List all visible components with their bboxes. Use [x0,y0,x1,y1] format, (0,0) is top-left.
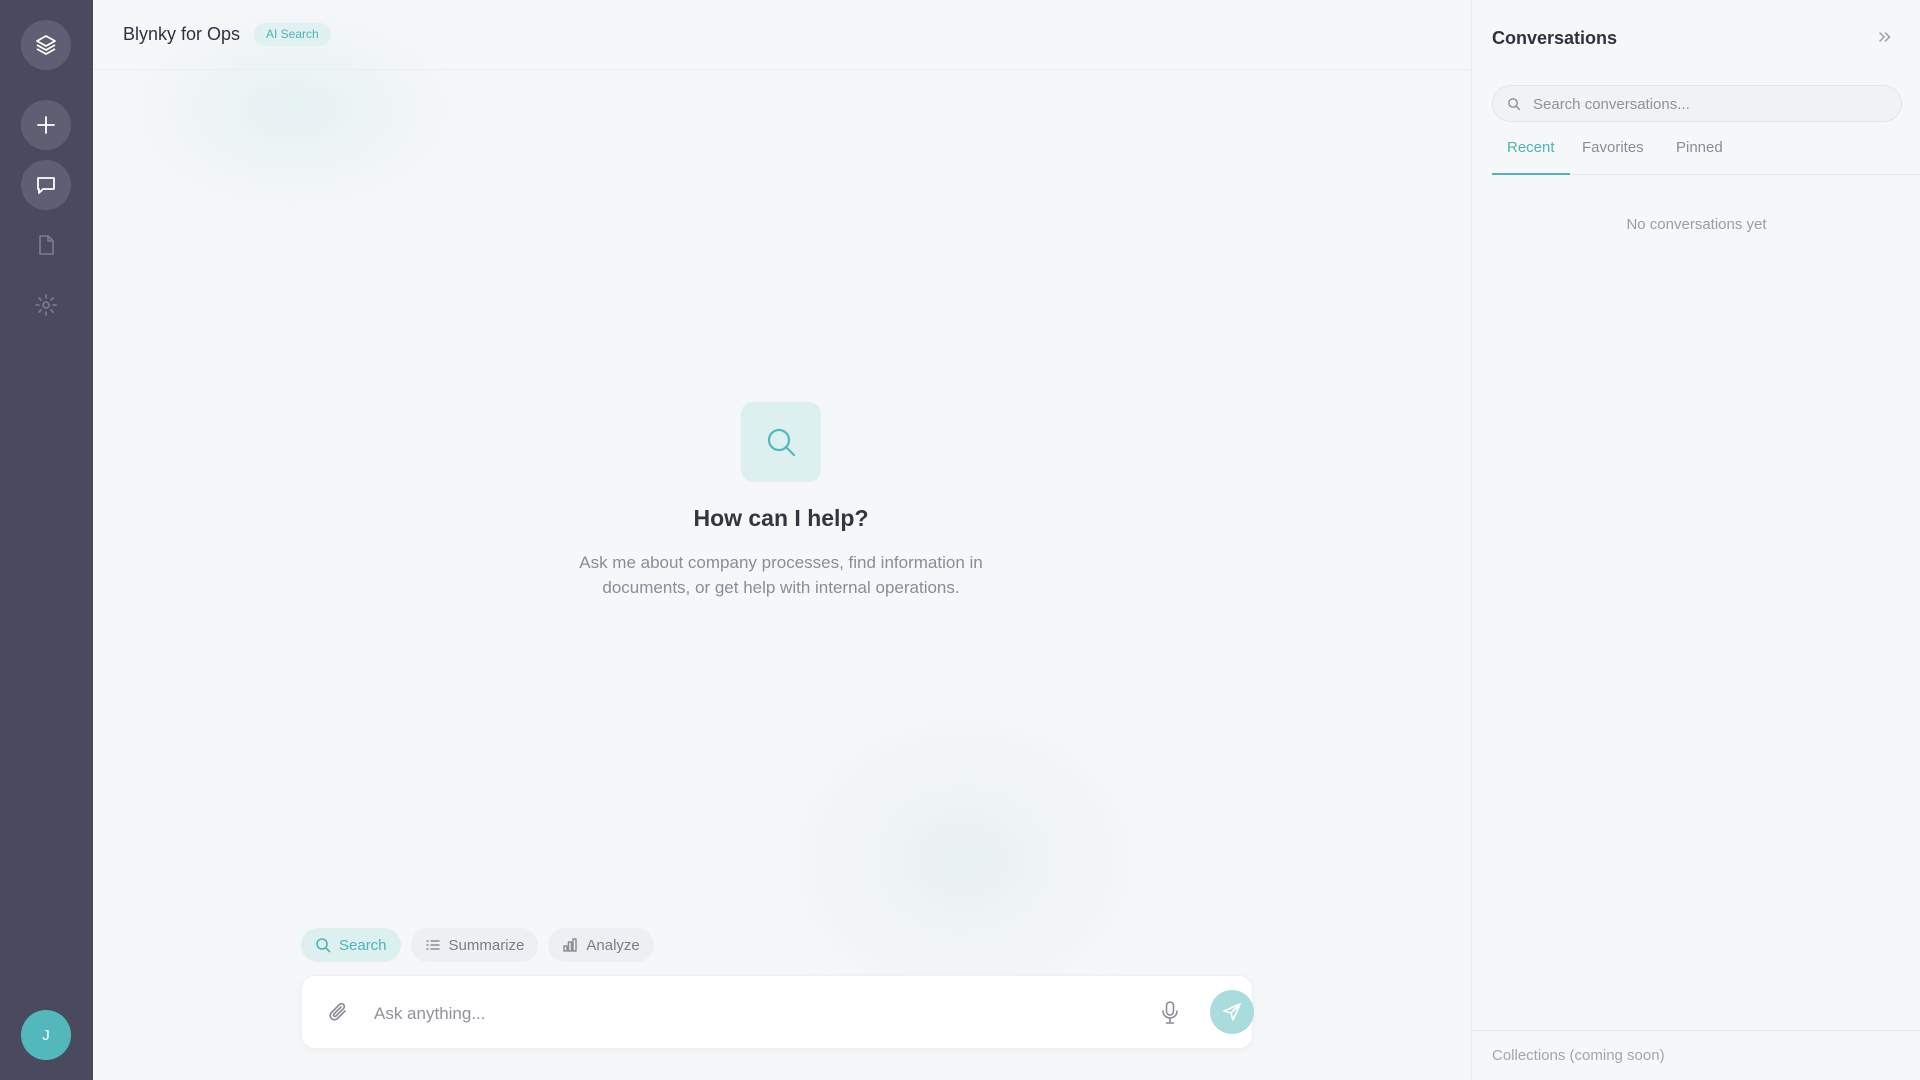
mode-selector: Search Summarize Analyze [301,928,654,962]
tab-recent[interactable]: Recent [1492,139,1570,175]
chat-nav-button[interactable] [21,160,71,210]
main-area: Blynky for Ops AI Search How can I help?… [93,0,1471,1080]
app-title: Blynky for Ops [123,24,241,44]
left-rail: J [0,0,93,1080]
collections-label: Collections (coming soon) [1492,1047,1665,1064]
list-icon [425,940,440,950]
tab-favorites[interactable]: Favorites [1582,139,1644,175]
chat-icon [37,177,55,194]
gear-icon [35,294,57,316]
panel-title: Conversations [1492,28,1618,48]
bar-chart-icon [563,938,578,952]
attach-button[interactable] [326,1000,352,1031]
user-avatar[interactable]: J [21,1010,71,1060]
search-icon [1508,98,1521,111]
mode-summarize-button[interactable]: Summarize [410,928,539,962]
conversations-panel: Conversations Recent Favorites Pinned No… [1471,0,1920,1080]
settings-nav-button[interactable] [21,280,71,330]
paperclip-icon [329,1002,346,1021]
documents-nav-button[interactable] [21,220,71,270]
avatar-initial: J [42,1026,50,1044]
hero-subtitle: Ask me about company processes, find inf… [579,553,983,597]
double-chevron-right-icon [1879,32,1891,42]
composer [301,975,1254,1049]
hero-title: How can I help? [693,505,869,531]
conversation-search [1492,85,1902,122]
document-icon [39,235,54,255]
mode-analyze-button[interactable]: Analyze [548,928,654,962]
empty-state-text: No conversations yet [1626,216,1767,233]
collapse-panel-button[interactable] [1876,28,1894,51]
tab-pinned[interactable]: Pinned [1676,139,1723,175]
ask-input[interactable] [374,998,1074,1030]
conversation-search-input[interactable] [1533,92,1893,116]
main-header: Blynky for Ops AI Search [93,0,1471,70]
search-icon [316,938,331,953]
layers-icon [36,35,56,55]
microphone-icon [1162,1001,1178,1024]
send-icon [1223,1003,1241,1021]
plus-icon [37,116,55,134]
layers-logo-button[interactable] [21,20,71,70]
conversation-tabs: Recent Favorites Pinned [1492,135,1920,175]
panel-footer: Collections (coming soon) [1472,1030,1920,1080]
search-icon [767,428,796,457]
send-button[interactable] [1210,990,1254,1034]
voice-input-button[interactable] [1159,1000,1181,1031]
hero-search-tile [741,402,821,482]
mode-search-button[interactable]: Search [301,928,401,962]
new-chat-button[interactable] [21,100,71,150]
mode-summarize-label: Summarize [448,936,525,954]
mode-search-label: Search [339,936,387,954]
mode-analyze-label: Analyze [586,936,640,954]
ai-search-badge: AI Search [254,23,331,46]
